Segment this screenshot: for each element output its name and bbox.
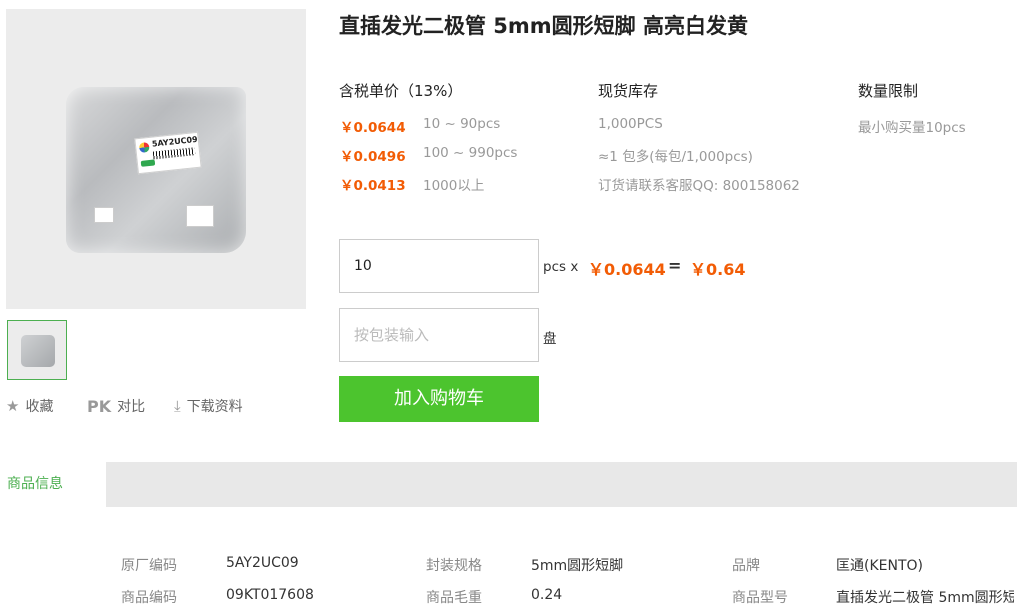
tier-price: ￥0.0496 — [340, 149, 406, 165]
pack-unit-label: 盘 — [543, 331, 557, 347]
brand-logo-icon — [138, 141, 150, 153]
compare-link[interactable]: PK 对比 — [87, 396, 145, 416]
label-badge — [140, 159, 156, 167]
spec-value: 09KT017608 — [226, 587, 314, 603]
stock-packs: ≈1 包多(每包/1,000pcs) — [598, 149, 753, 165]
spec-label: 商品编码 — [121, 590, 177, 606]
spec-label: 品牌 — [732, 558, 760, 574]
price-header: 含税单价（13%） — [339, 82, 463, 100]
spec-label: 原厂编码 — [121, 558, 177, 574]
price-tier: ￥0.0413 — [340, 174, 406, 194]
favorite-label: 收藏 — [25, 399, 54, 415]
pk-icon: PK — [87, 396, 112, 416]
product-bag-picture: 5AY2UC09 — [66, 87, 246, 253]
spec-label: 商品毛重 — [426, 590, 482, 606]
product-title: 直插发光二极管 5mm圆形短脚 高亮白发黄 — [339, 14, 748, 38]
spec-value: 匡通(KENTO) — [836, 558, 923, 574]
download-icon: ⤓ — [174, 397, 181, 415]
thumbnail-1[interactable] — [7, 320, 67, 380]
product-image: 5AY2UC09 — [6, 9, 306, 309]
tier-price: ￥0.0413 — [340, 178, 406, 194]
spec-label: 商品型号 — [732, 590, 788, 606]
product-label: 5AY2UC09 — [134, 131, 202, 175]
unit-label: pcs x — [543, 259, 579, 275]
small-label — [94, 207, 114, 223]
qr-label — [186, 205, 214, 227]
barcode — [152, 147, 196, 160]
tab-bar — [0, 462, 1017, 507]
tier-range: 10 ~ 90pcs — [423, 116, 501, 132]
star-icon: ★ — [6, 397, 20, 415]
stock-header: 现货库存 — [598, 82, 659, 100]
tier-price: ￥0.0644 — [340, 120, 406, 136]
favorite-link[interactable]: ★ 收藏 — [6, 396, 53, 416]
tier-range: 1000以上 — [423, 178, 485, 194]
download-label: 下载资料 — [186, 399, 243, 415]
unit-price: ￥0.0644 — [588, 260, 666, 279]
spec-label: 封装规格 — [426, 558, 482, 574]
spec-value: 5mm圆形短脚 — [531, 558, 624, 574]
equals-sign: = — [668, 256, 682, 275]
stock-contact: 订货请联系客服QQ: 800158062 — [598, 178, 800, 194]
limit-header: 数量限制 — [858, 82, 919, 100]
min-order: 最小购买量10pcs — [858, 120, 966, 136]
thumbnail-image — [21, 335, 55, 367]
download-link[interactable]: ⤓ 下载资料 — [174, 396, 243, 416]
total-price: ￥0.64 — [690, 260, 746, 279]
spec-value: 5AY2UC09 — [226, 555, 299, 571]
stock-quantity: 1,000PCS — [598, 116, 663, 132]
spec-value: 0.24 — [531, 587, 563, 603]
tab-product-info[interactable]: 商品信息 — [0, 462, 106, 507]
price-tier: ￥0.0644 — [340, 116, 406, 136]
tier-range: 100 ~ 990pcs — [423, 145, 518, 161]
compare-label: 对比 — [117, 399, 146, 415]
price-tier: ￥0.0496 — [340, 145, 406, 165]
pack-input[interactable]: 按包装输入 — [339, 308, 539, 362]
add-to-cart-button[interactable]: 加入购物车 — [339, 376, 539, 422]
spec-value: 直插发光二极管 5mm圆形短... — [836, 590, 1014, 606]
quantity-input[interactable]: 10 — [339, 239, 539, 293]
